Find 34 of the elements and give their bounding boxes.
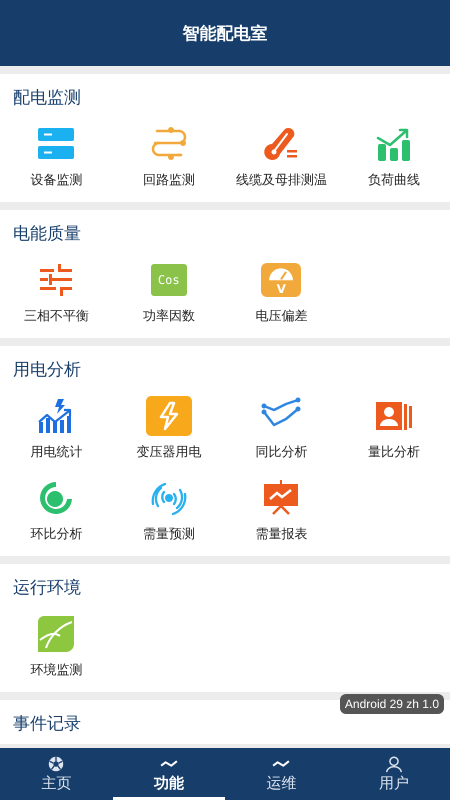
section-title: 运行环境 — [12, 577, 81, 600]
section-title: 电能质量 — [12, 223, 81, 246]
function-item[interactable]: 需量预测 — [112, 472, 225, 548]
tab[interactable]: 主页 — [0, 748, 112, 800]
function-item[interactable]: Cos 功率因数 — [112, 254, 225, 330]
function-item[interactable]: 变压器用电 — [112, 390, 225, 466]
function-item[interactable]: 线缆及母排测温 — [225, 118, 338, 194]
section-title: 配电监测 — [12, 87, 81, 110]
leaf-icon — [36, 614, 76, 654]
function-item[interactable]: 环比分析 — [0, 472, 112, 548]
version-toast: Android 29 zh 1.0 — [340, 694, 444, 714]
function-item[interactable]: 环境监测 — [0, 608, 112, 684]
tab[interactable]: 运维 — [225, 748, 338, 800]
user-icon — [384, 754, 403, 772]
wave-icon — [272, 760, 290, 768]
aperture-icon — [47, 754, 66, 772]
function-item[interactable]: V 电压偏差 — [225, 254, 338, 330]
bolt-icon — [146, 396, 192, 436]
tab[interactable]: 用户 — [338, 748, 450, 800]
function-item[interactable]: 同比分析 — [225, 390, 338, 466]
gauge-icon: V — [261, 263, 302, 297]
function-item[interactable]: 需量报表 — [225, 472, 338, 548]
function-item[interactable]: 三相不平衡 — [0, 254, 112, 330]
cos-icon: Cos — [150, 264, 187, 296]
wave-icon — [160, 760, 178, 768]
section-title: 事件记录 — [12, 713, 81, 736]
section-title: 用电分析 — [12, 359, 81, 382]
function-item[interactable]: 设备监测 — [0, 118, 112, 194]
tab[interactable]: 功能 — [112, 748, 225, 800]
function-item[interactable]: 回路监测 — [112, 118, 225, 194]
function-item[interactable]: 用电统计 — [0, 390, 112, 466]
function-item[interactable]: 量比分析 — [338, 390, 450, 466]
function-item[interactable]: 负荷曲线 — [338, 118, 450, 194]
page-title: 智能配电室 — [182, 22, 268, 44]
